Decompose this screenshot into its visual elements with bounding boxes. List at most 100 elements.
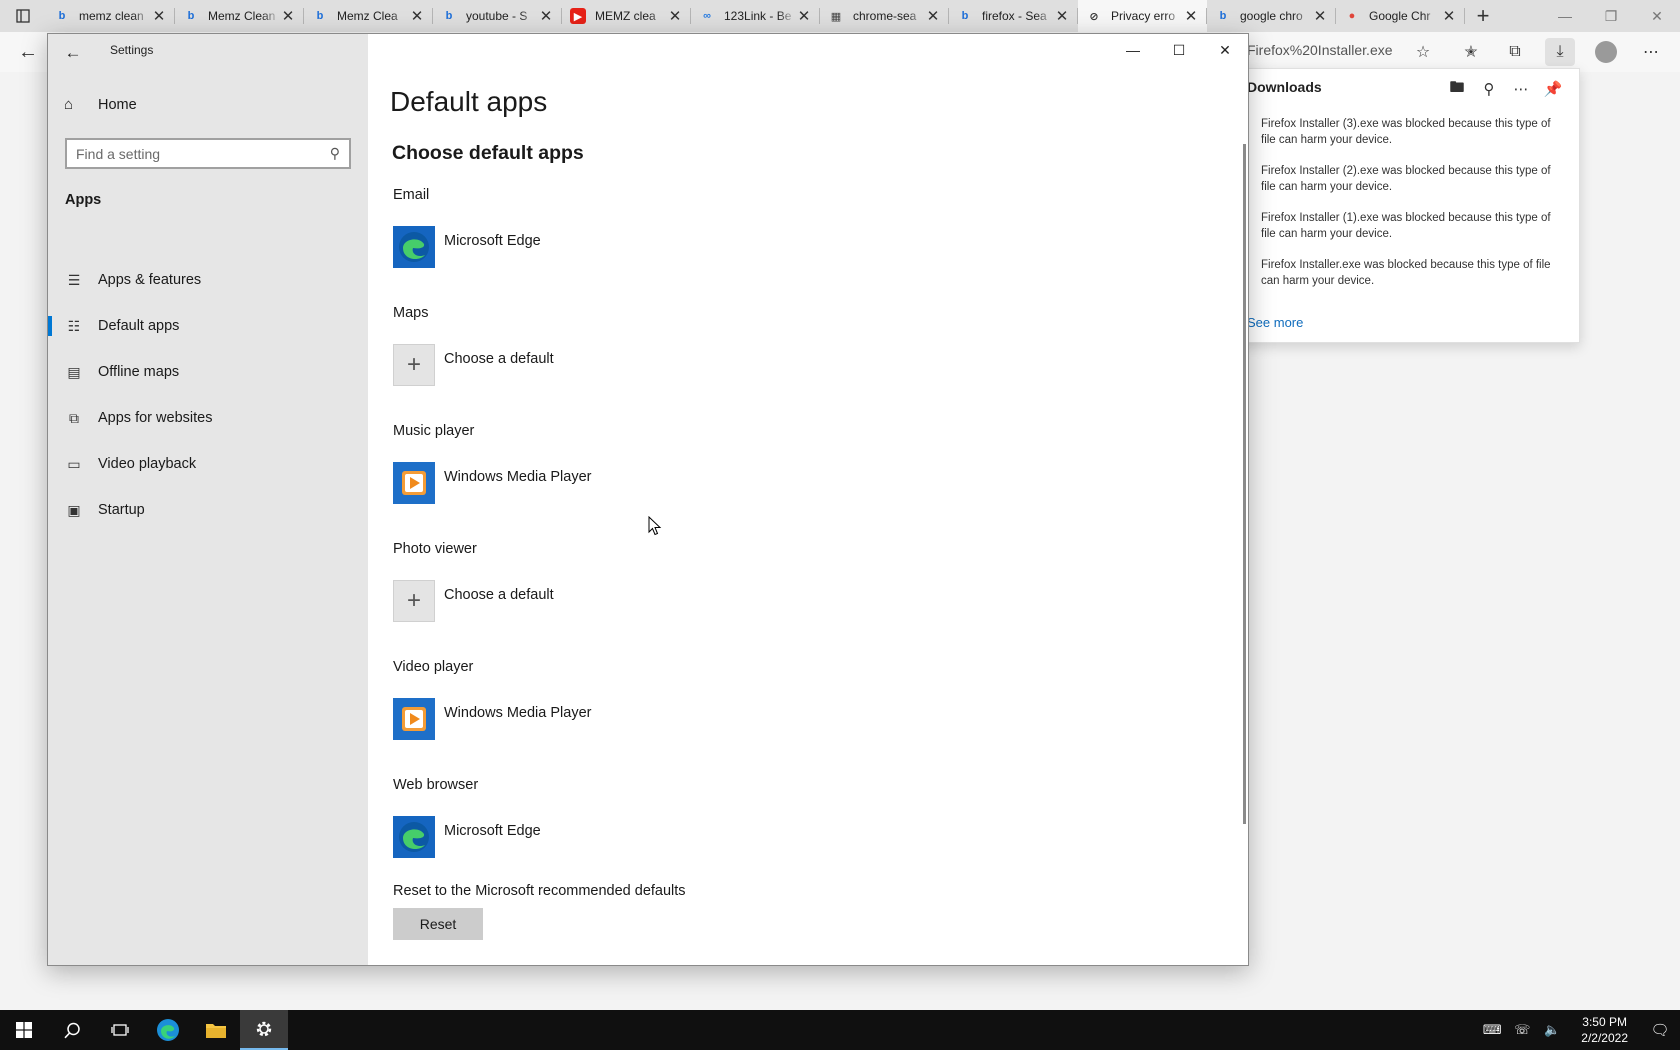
browser-tab[interactable]: ● Google Chr ✕ bbox=[1336, 0, 1465, 32]
browser-tab[interactable]: b Memz Clean ✕ bbox=[175, 0, 304, 32]
search-icon[interactable]: ⚲ bbox=[1477, 77, 1501, 101]
download-item-text: Firefox Installer (3).exe was blocked be… bbox=[1261, 118, 1551, 146]
tab-actions-icon[interactable] bbox=[0, 0, 46, 32]
volume-icon[interactable]: 🔈 bbox=[1540, 1022, 1564, 1038]
downloads-icon[interactable]: ⤓ bbox=[1545, 38, 1575, 66]
nav-item-label: Apps & features bbox=[98, 272, 202, 288]
browser-tab[interactable]: b memz clean ✕ bbox=[46, 0, 175, 32]
nav-item[interactable]: ⧉ Apps for websites bbox=[48, 398, 368, 438]
window-title: Settings bbox=[110, 43, 154, 57]
network-icon[interactable]: ☏ bbox=[1510, 1022, 1534, 1038]
tab-title: chrome-sea bbox=[853, 9, 917, 23]
see-more-link[interactable]: See more bbox=[1247, 315, 1303, 330]
settings-gear-icon[interactable] bbox=[240, 1010, 288, 1050]
find-setting-input[interactable] bbox=[76, 145, 330, 162]
browser-tab[interactable]: b youtube - S ✕ bbox=[433, 0, 562, 32]
start-windows-icon[interactable] bbox=[0, 1010, 48, 1050]
search-icon[interactable]: ⚲ bbox=[330, 145, 340, 162]
browser-tab[interactable]: ▶ MEMZ clea ✕ bbox=[562, 0, 691, 32]
scrollbar[interactable] bbox=[1243, 144, 1246, 824]
collections-icon[interactable]: ⧉ bbox=[1500, 38, 1530, 66]
browser-tab[interactable]: ∞ 123Link - Be ✕ bbox=[691, 0, 820, 32]
default-app-button[interactable]: Windows Media Player bbox=[393, 698, 591, 740]
warning-page-icon: ⊘ bbox=[1089, 10, 1099, 23]
home-icon: ⌂ bbox=[64, 96, 74, 113]
default-app-button[interactable]: Windows Media Player bbox=[393, 462, 591, 504]
tab-close-icon[interactable]: ✕ bbox=[1312, 7, 1328, 25]
tab-title: 123Link - Be bbox=[724, 9, 792, 23]
youtube-icon: ▶ bbox=[570, 8, 586, 24]
tab-close-icon[interactable]: ✕ bbox=[1183, 7, 1199, 25]
nav-item[interactable]: ☰ Apps & features bbox=[48, 260, 368, 300]
nav-item[interactable]: ▤ Offline maps bbox=[48, 352, 368, 392]
address-bar[interactable]: Firefox%20Installer.exe bbox=[1247, 42, 1393, 58]
nav-item-label: Default apps bbox=[98, 318, 180, 334]
task-view-icon[interactable] bbox=[96, 1010, 144, 1050]
nav-item[interactable]: ▭ Video playback bbox=[48, 444, 368, 484]
more-options-icon[interactable]: ⋯ bbox=[1509, 77, 1533, 101]
nav-item[interactable]: ☷ Default apps bbox=[48, 306, 368, 346]
tab-close-icon[interactable]: ✕ bbox=[796, 7, 812, 25]
tab-close-icon[interactable]: ✕ bbox=[409, 7, 425, 25]
more-menu-icon[interactable]: ⋯ bbox=[1636, 38, 1666, 66]
nav-item-label: Apps for websites bbox=[98, 410, 213, 426]
download-item[interactable]: Firefox Installer (1).exe was blocked be… bbox=[1239, 210, 1566, 242]
favorites-icon[interactable]: ✭ bbox=[1456, 38, 1486, 66]
browser-minimize-icon[interactable]: — bbox=[1542, 0, 1588, 32]
download-item[interactable]: Firefox Installer (3).exe was blocked be… bbox=[1239, 116, 1566, 148]
nav-home[interactable]: ⌂ Home bbox=[64, 96, 137, 113]
back-arrow-icon[interactable]: ← bbox=[58, 38, 88, 68]
find-setting-search[interactable]: ⚲ bbox=[65, 138, 351, 169]
tab-title: Memz Clea bbox=[337, 9, 398, 23]
browser-close-icon[interactable]: ✕ bbox=[1634, 0, 1680, 32]
search-icon[interactable] bbox=[48, 1010, 96, 1050]
open-folder-icon[interactable]: 🖿 bbox=[1445, 77, 1469, 101]
browser-tab[interactable]: b google chro ✕ bbox=[1207, 0, 1336, 32]
plus-icon: + bbox=[393, 580, 435, 622]
profile-avatar[interactable] bbox=[1591, 38, 1621, 66]
pin-icon[interactable]: 📌 bbox=[1541, 77, 1565, 101]
reset-button[interactable]: Reset bbox=[393, 908, 483, 940]
keyboard-icon[interactable]: ⌨ bbox=[1480, 1022, 1504, 1038]
browser-tab[interactable]: b firefox - Sea ✕ bbox=[949, 0, 1078, 32]
tab-close-icon[interactable]: ✕ bbox=[925, 7, 941, 25]
default-app-name: Microsoft Edge bbox=[444, 823, 541, 839]
default-category-label: Web browser bbox=[393, 777, 479, 793]
new-tab-button[interactable]: + bbox=[1465, 0, 1501, 32]
tab-close-icon[interactable]: ✕ bbox=[280, 7, 296, 25]
clock[interactable]: 3:50 PM 2/2/2022 bbox=[1581, 1014, 1628, 1046]
bing-icon: b bbox=[961, 10, 969, 22]
taskbar: ⌨ ☏ 🔈 3:50 PM 2/2/2022 🗨 bbox=[0, 1010, 1680, 1050]
list-icon: ☰ bbox=[67, 271, 81, 288]
browser-tab[interactable]: b Memz Clea ✕ bbox=[304, 0, 433, 32]
download-item[interactable]: Firefox Installer.exe was blocked becaus… bbox=[1239, 257, 1566, 289]
tab-close-icon[interactable]: ✕ bbox=[151, 7, 167, 25]
tab-close-icon[interactable]: ✕ bbox=[1054, 7, 1070, 25]
browser-tab[interactable]: ▦ chrome-sea ✕ bbox=[820, 0, 949, 32]
nav-item[interactable]: ▣ Startup bbox=[48, 490, 368, 530]
nav-home-label: Home bbox=[98, 96, 137, 113]
default-app-button[interactable]: Microsoft Edge bbox=[393, 226, 541, 268]
file-explorer-icon[interactable] bbox=[192, 1010, 240, 1050]
tab-title: google chro bbox=[1240, 9, 1303, 23]
default-category-label: Photo viewer bbox=[393, 541, 477, 557]
tab-close-icon[interactable]: ✕ bbox=[1441, 7, 1457, 25]
tab-close-icon[interactable]: ✕ bbox=[667, 7, 683, 25]
download-item-text: Firefox Installer (1).exe was blocked be… bbox=[1261, 212, 1551, 240]
default-app-button[interactable]: Microsoft Edge bbox=[393, 816, 541, 858]
link-icon: ∞ bbox=[703, 10, 711, 22]
edge-taskbar-icon[interactable] bbox=[144, 1010, 192, 1050]
default-app-button[interactable]: + Choose a default bbox=[393, 344, 554, 386]
browser-restore-icon[interactable]: ❐ bbox=[1588, 0, 1634, 32]
nav-item-label: Startup bbox=[98, 502, 145, 518]
download-item[interactable]: Firefox Installer (2).exe was blocked be… bbox=[1239, 163, 1566, 195]
edge-icon bbox=[393, 816, 435, 858]
default-app-button[interactable]: + Choose a default bbox=[393, 580, 554, 622]
map-icon: ▤ bbox=[67, 363, 81, 380]
add-favorite-icon[interactable]: ☆ bbox=[1408, 38, 1438, 66]
browser-back-icon[interactable]: ← bbox=[12, 40, 44, 64]
notification-icon[interactable]: 🗨 bbox=[1640, 1021, 1680, 1039]
tab-close-icon[interactable]: ✕ bbox=[538, 7, 554, 25]
startup-icon: ▣ bbox=[67, 501, 81, 518]
browser-tab[interactable]: ⊘ Privacy erro ✕ bbox=[1078, 0, 1207, 32]
